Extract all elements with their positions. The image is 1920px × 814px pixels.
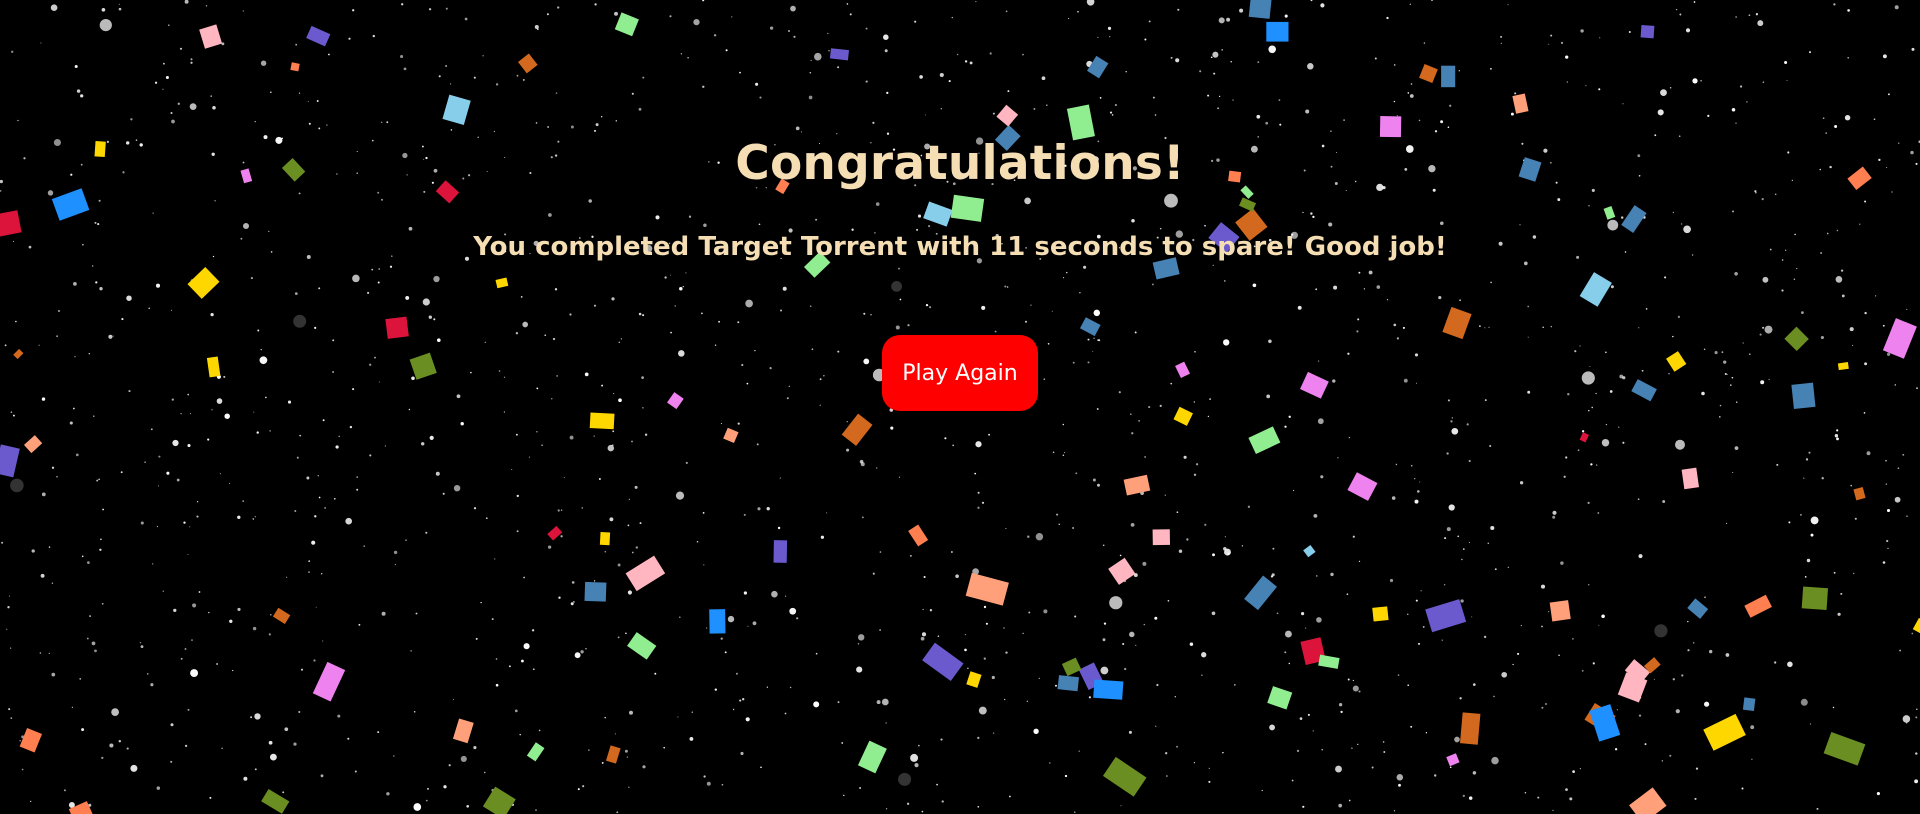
- play-again-button[interactable]: Play Again: [882, 335, 1038, 411]
- page-title: Congratulations!: [735, 136, 1185, 191]
- content-panel: Congratulations! You completed Target To…: [0, 0, 1920, 814]
- game-over-screen: Congratulations! You completed Target To…: [0, 0, 1920, 814]
- completion-message: You completed Target Torrent with 11 sec…: [473, 232, 1447, 262]
